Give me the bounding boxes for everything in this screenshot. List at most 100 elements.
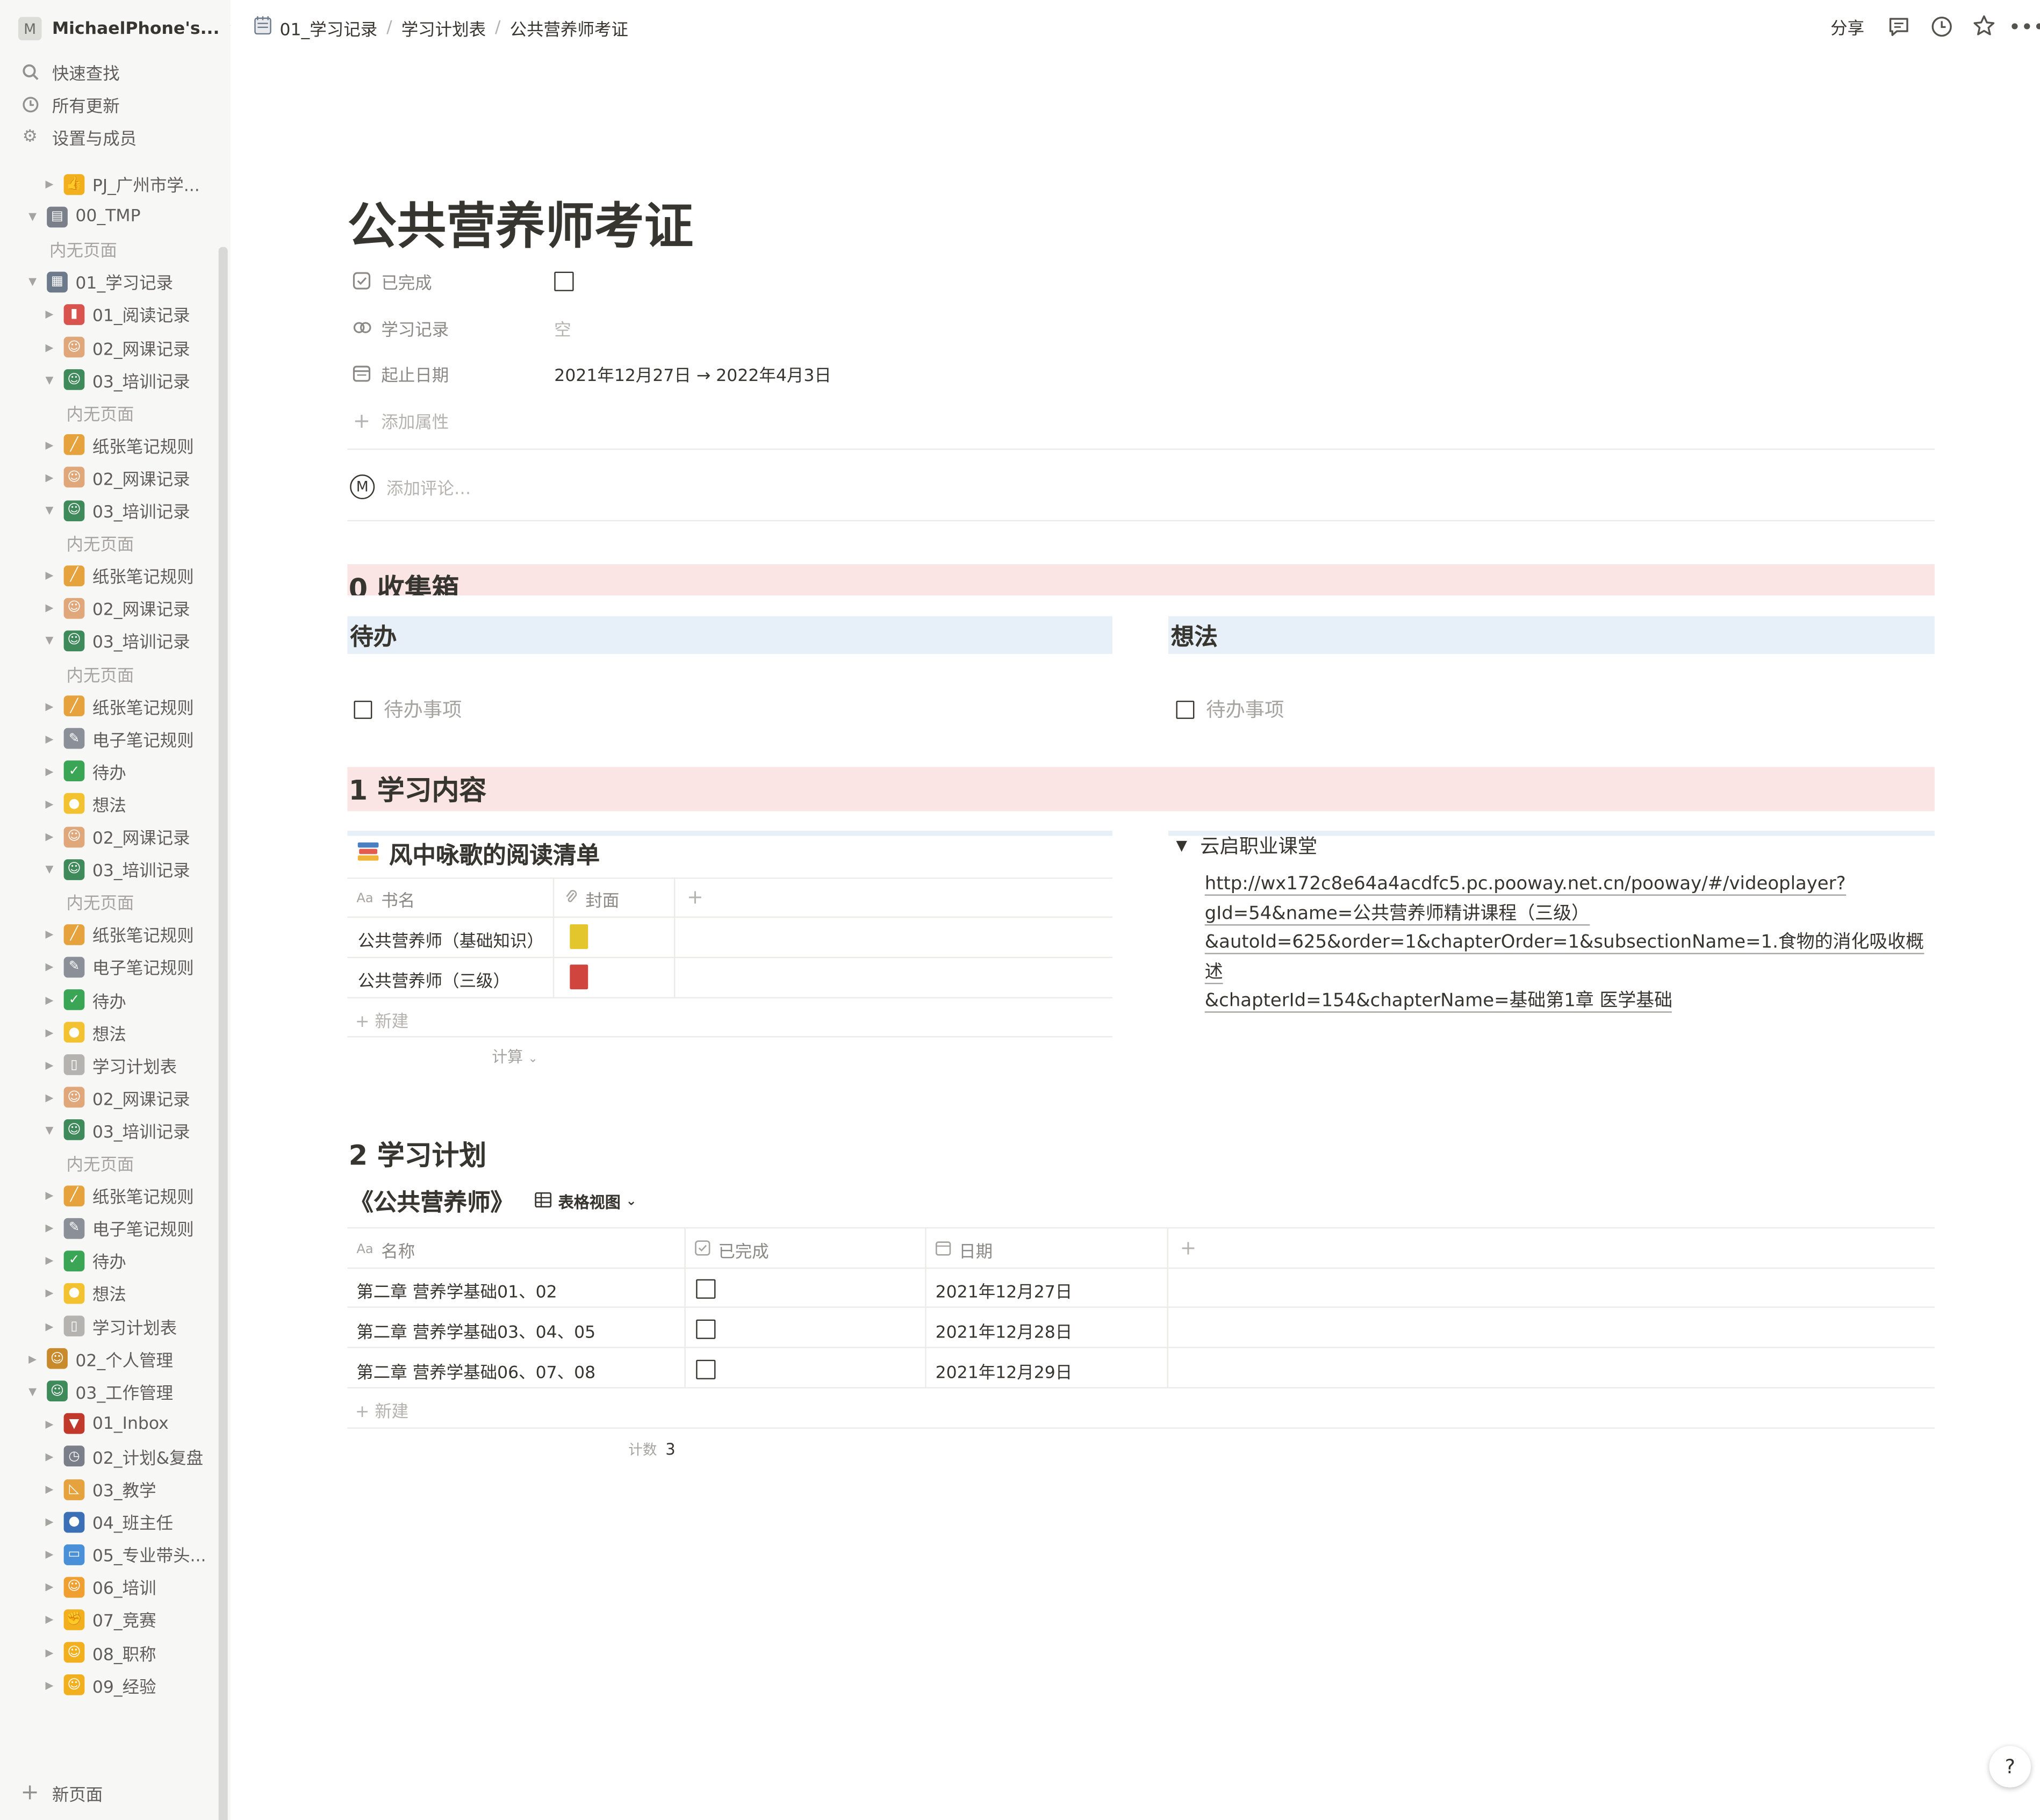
triangle-down-icon[interactable]: ▼ xyxy=(40,505,59,516)
sidebar-item[interactable]: ▶ ╱ 纸张笔记规则 xyxy=(40,559,194,592)
triangle-right-icon[interactable]: ▶ xyxy=(40,308,59,320)
plan-row-date[interactable]: 2021年12月29日 xyxy=(936,1358,1073,1383)
triangle-right-icon[interactable]: ▶ xyxy=(40,1614,59,1625)
sidebar-item[interactable]: ▶ ✓ 待办 xyxy=(40,755,126,787)
triangle-right-icon[interactable]: ▶ xyxy=(40,1320,59,1332)
property-row[interactable]: 起止日期 2021年12月27日 → 2022年4月3日 xyxy=(351,356,1522,390)
triangle-right-icon[interactable]: ▶ xyxy=(40,1222,59,1234)
sidebar-item[interactable]: ▶ ☺ 02_网课记录 xyxy=(40,331,190,363)
triangle-right-icon[interactable]: ▶ xyxy=(24,1353,42,1365)
triangle-right-icon[interactable]: ▶ xyxy=(40,1092,59,1104)
triangle-right-icon[interactable]: ▶ xyxy=(40,472,59,484)
star-icon[interactable] xyxy=(1971,13,1997,39)
sidebar-item[interactable]: ▶ ✎ 电子笔记规则 xyxy=(40,722,194,754)
sidebar-item[interactable]: ▶ ☺ 09_经验 xyxy=(40,1668,156,1701)
sidebar-item[interactable]: ▶ ▮ 01_阅读记录 xyxy=(40,298,190,330)
sidebar-item[interactable]: ▶ ✓ 待办 xyxy=(40,1244,126,1277)
sidebar-item[interactable]: ▶ ● 04_班主任 xyxy=(40,1506,173,1538)
triangle-right-icon[interactable]: ▶ xyxy=(40,1418,59,1430)
triangle-down-icon[interactable]: ▼ xyxy=(24,1385,42,1397)
triangle-right-icon[interactable]: ▶ xyxy=(40,1516,59,1528)
toggle-block[interactable]: ▼ 云启职业课堂 xyxy=(1176,832,1317,859)
triangle-right-icon[interactable]: ▶ xyxy=(40,929,59,940)
sidebar-item[interactable]: ▶ ▼ 01_Inbox xyxy=(40,1408,169,1440)
property-value[interactable]: 空 xyxy=(554,315,571,340)
property-value[interactable]: 2021年12月27日 → 2022年4月3日 xyxy=(554,361,831,385)
reading-row-title[interactable]: 公共营养师（三级） xyxy=(358,967,510,992)
todo-item[interactable]: 待办事项 xyxy=(354,695,462,723)
sidebar-item[interactable]: ▶ ✓ 待办 xyxy=(40,983,126,1016)
sidebar-item[interactable]: ▶ ▭ 05_专业带头... xyxy=(40,1538,206,1570)
sidebar-item[interactable]: ▶ ✎ 电子笔记规则 xyxy=(40,1212,194,1244)
learning-heading-block[interactable]: 1 学习内容 xyxy=(347,767,1935,811)
row-done-checkbox[interactable] xyxy=(696,1319,716,1339)
view-switcher[interactable]: 表格视图 ⌄ xyxy=(535,1190,637,1212)
settings-members[interactable]: ⚙ 设置与成员 xyxy=(21,122,137,150)
todo-checkbox[interactable] xyxy=(354,700,372,718)
add-column-button[interactable]: + xyxy=(687,886,703,909)
triangle-right-icon[interactable]: ▶ xyxy=(40,994,59,1006)
sidebar-item[interactable]: ▼ ☺ 03_工作管理 xyxy=(24,1375,173,1407)
sidebar-item[interactable]: ▶ ✎ 电子笔记规则 xyxy=(40,951,194,983)
sidebar-item[interactable]: ▶ ╱ 纸张笔记规则 xyxy=(40,1179,194,1212)
sidebar-item[interactable]: ▼ ☺ 03_培训记录 xyxy=(40,494,190,526)
triangle-down-icon[interactable]: ▼ xyxy=(24,211,42,222)
plan-row-date[interactable]: 2021年12月28日 xyxy=(936,1318,1073,1343)
sidebar-item[interactable]: ▶ ▯ 学习计划表 xyxy=(40,1310,177,1342)
triangle-right-icon[interactable]: ▶ xyxy=(40,961,59,973)
property-row[interactable]: 已完成 xyxy=(351,264,1522,298)
sidebar-item[interactable]: ▶ ✊ 07_竞赛 xyxy=(40,1603,156,1636)
column-header-date[interactable]: 日期 xyxy=(935,1238,993,1262)
triangle-right-icon[interactable]: ▶ xyxy=(40,1059,59,1071)
add-comment[interactable]: M 添加评论… xyxy=(350,474,471,500)
toggle-triangle-icon[interactable]: ▼ xyxy=(1176,837,1187,854)
sidebar-item[interactable]: ▶ ● 想法 xyxy=(40,788,126,820)
new-row-button[interactable]: + 新建 xyxy=(355,1398,408,1422)
todo-checkbox[interactable] xyxy=(1176,700,1195,718)
book-cover-thumbnail[interactable] xyxy=(570,924,588,949)
plan-row-date[interactable]: 2021年12月27日 xyxy=(936,1278,1073,1303)
triangle-right-icon[interactable]: ▶ xyxy=(40,733,59,745)
triangle-down-icon[interactable]: ▼ xyxy=(24,276,42,288)
sidebar-item[interactable]: ▼ ▤ 00_TMP xyxy=(24,200,141,233)
completed-checkbox[interactable] xyxy=(554,271,574,291)
todo-column-heading[interactable]: 待办 xyxy=(347,616,1112,654)
sidebar-item[interactable]: ▶ ☺ 02_网课记录 xyxy=(40,592,190,624)
triangle-right-icon[interactable]: ▶ xyxy=(40,831,59,843)
help-button[interactable]: ? xyxy=(1989,1746,2031,1788)
sidebar-item[interactable]: ▶ 👍 PJ_广州市学... xyxy=(40,168,200,200)
triangle-right-icon[interactable]: ▶ xyxy=(40,700,59,712)
sidebar-item[interactable]: ▶ ☺ 02_个人管理 xyxy=(24,1342,173,1375)
plan-row-name[interactable]: 第二章 营养学基础01、02 xyxy=(356,1278,557,1303)
sidebar-item[interactable]: ▶ ◺ 03_教学 xyxy=(40,1473,156,1505)
triangle-down-icon[interactable]: ▼ xyxy=(40,635,59,647)
calculate-button[interactable]: 计算 ⌄ xyxy=(492,1045,538,1067)
sidebar-item[interactable]: ▶ ▯ 学习计划表 xyxy=(40,1049,177,1081)
new-row-button[interactable]: + 新建 xyxy=(355,1008,408,1032)
sidebar-item[interactable]: ▶ ◷ 02_计划&复盘 xyxy=(40,1440,203,1472)
triangle-down-icon[interactable]: ▼ xyxy=(40,374,59,386)
ideas-column-heading[interactable]: 想法 xyxy=(1168,616,1935,654)
triangle-right-icon[interactable]: ▶ xyxy=(40,178,59,190)
idea-todo-item[interactable]: 待办事项 xyxy=(1176,695,1284,723)
triangle-right-icon[interactable]: ▶ xyxy=(40,439,59,451)
row-done-checkbox[interactable] xyxy=(696,1359,716,1379)
more-icon[interactable]: ••• xyxy=(2008,13,2039,39)
count-calculation[interactable]: 计数 3 xyxy=(628,1439,675,1460)
triangle-right-icon[interactable]: ▶ xyxy=(40,1483,59,1495)
database-title[interactable]: 《公共营养师》 xyxy=(350,1184,514,1218)
sidebar-item[interactable]: ▶ ☺ 02_网课记录 xyxy=(40,462,190,494)
sidebar-item[interactable]: ▶ ╱ 纸张笔记规则 xyxy=(40,690,194,722)
triangle-right-icon[interactable]: ▶ xyxy=(40,1581,59,1593)
add-property-button[interactable]: + 添加属性 xyxy=(351,403,1522,437)
triangle-right-icon[interactable]: ▶ xyxy=(40,1451,59,1463)
triangle-right-icon[interactable]: ▶ xyxy=(40,1026,59,1038)
all-updates[interactable]: 所有更新 xyxy=(21,90,120,118)
triangle-down-icon[interactable]: ▼ xyxy=(40,1124,59,1136)
triangle-right-icon[interactable]: ▶ xyxy=(40,765,59,777)
sidebar-item[interactable]: ▼ ☺ 03_培训记录 xyxy=(40,363,190,395)
triangle-right-icon[interactable]: ▶ xyxy=(40,570,59,581)
triangle-right-icon[interactable]: ▶ xyxy=(40,798,59,810)
column-header-title[interactable]: Aa 书名 xyxy=(356,887,415,911)
sidebar-item[interactable]: ▶ ☺ 08_职称 xyxy=(40,1636,156,1668)
